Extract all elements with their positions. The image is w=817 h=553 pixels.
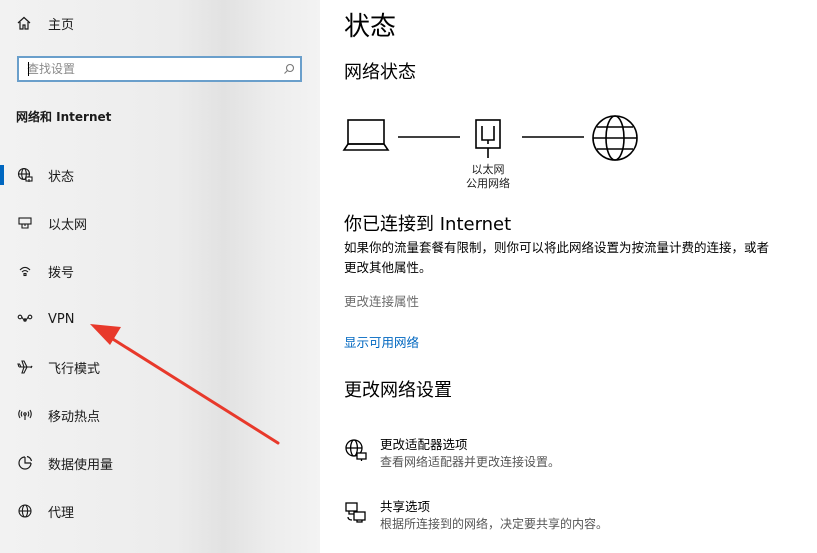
sharing-icon (344, 500, 368, 524)
sidebar-item-label: 状态 (48, 169, 75, 185)
dialup-icon (16, 262, 34, 280)
text-caret (28, 62, 29, 76)
sidebar-item-ethernet[interactable]: 以太网 (0, 205, 320, 241)
home-link[interactable]: 主页 (16, 11, 74, 35)
sidebar-item-label: 代理 (48, 505, 75, 521)
network-type: 公用网络 (466, 177, 510, 190)
sidebar-item-label: 以太网 (48, 217, 88, 233)
change-network-settings-title: 更改网络设置 (344, 380, 452, 401)
change-connection-properties-link[interactable]: 更改连接属性 (344, 291, 419, 310)
sidebar-item-label: 数据使用量 (48, 457, 114, 473)
sidebar-item-airplane[interactable]: 飞行模式 (0, 349, 320, 385)
sidebar-item-hotspot[interactable]: 移动热点 (0, 397, 320, 433)
page-title: 状态 (344, 12, 397, 42)
show-available-networks-link[interactable]: 显示可用网络 (344, 332, 419, 351)
option-title: 共享选项 (380, 499, 431, 514)
ethernet-port-icon (475, 119, 501, 158)
sidebar-item-data-usage[interactable]: 数据使用量 (0, 445, 320, 481)
sidebar-item-vpn[interactable]: VPN (0, 301, 320, 337)
sidebar-item-label: 飞行模式 (48, 361, 101, 377)
sidebar-item-proxy[interactable]: 代理 (0, 493, 320, 529)
network-diagram: 以太网 公用网络 (342, 110, 652, 200)
adapter-globe-icon (344, 438, 368, 462)
search-input[interactable] (19, 58, 278, 80)
sidebar-item-label: 拨号 (48, 265, 75, 281)
change-adapter-options[interactable]: 更改适配器选项 查看网络适配器并更改连接设置。 (344, 434, 764, 478)
proxy-globe-icon (16, 502, 34, 520)
main-panel: 状态 网络状态 以太网 公用网络 你已连接到 Internet 如果你的流量套餐 (320, 0, 817, 553)
airplane-icon (16, 358, 34, 376)
option-description: 查看网络适配器并更改连接设置。 (380, 455, 561, 469)
search-icon[interactable] (278, 58, 300, 80)
vpn-icon (16, 310, 34, 328)
home-icon (16, 15, 32, 31)
section-title: 网络和 Internet (16, 110, 112, 124)
internet-globe-icon (592, 115, 638, 161)
laptop-icon (342, 119, 390, 151)
sidebar-item-label: 移动热点 (48, 409, 101, 425)
network-diagram-graphic (342, 115, 638, 161)
connected-title: 你已连接到 Internet (344, 214, 512, 235)
option-description: 根据所连接到的网络，决定要共享的内容。 (380, 517, 609, 531)
hotspot-icon (16, 406, 34, 424)
home-label: 主页 (48, 17, 75, 33)
sidebar-item-dialup[interactable]: 拨号 (0, 253, 320, 289)
network-status-title: 网络状态 (344, 62, 416, 83)
sidebar-item-status[interactable]: 状态 (0, 157, 320, 193)
sidebar-item-label: VPN (48, 311, 75, 327)
data-usage-icon (16, 454, 34, 472)
option-title: 更改适配器选项 (380, 437, 468, 452)
settings-sidebar: 主页 网络和 Internet 状态 以太网 拨号 VPN (0, 0, 320, 553)
search-box[interactable] (17, 56, 302, 82)
active-indicator (0, 165, 4, 185)
connected-description: 如果你的流量套餐有限制，则你可以将此网络设置为按流量计费的连接，或者更改其他属性… (344, 240, 770, 275)
sharing-options[interactable]: 共享选项 根据所连接到的网络，决定要共享的内容。 (344, 496, 764, 540)
globe-status-icon (16, 166, 34, 184)
ethernet-icon (16, 214, 34, 232)
adapter-name: 以太网 (471, 163, 505, 176)
